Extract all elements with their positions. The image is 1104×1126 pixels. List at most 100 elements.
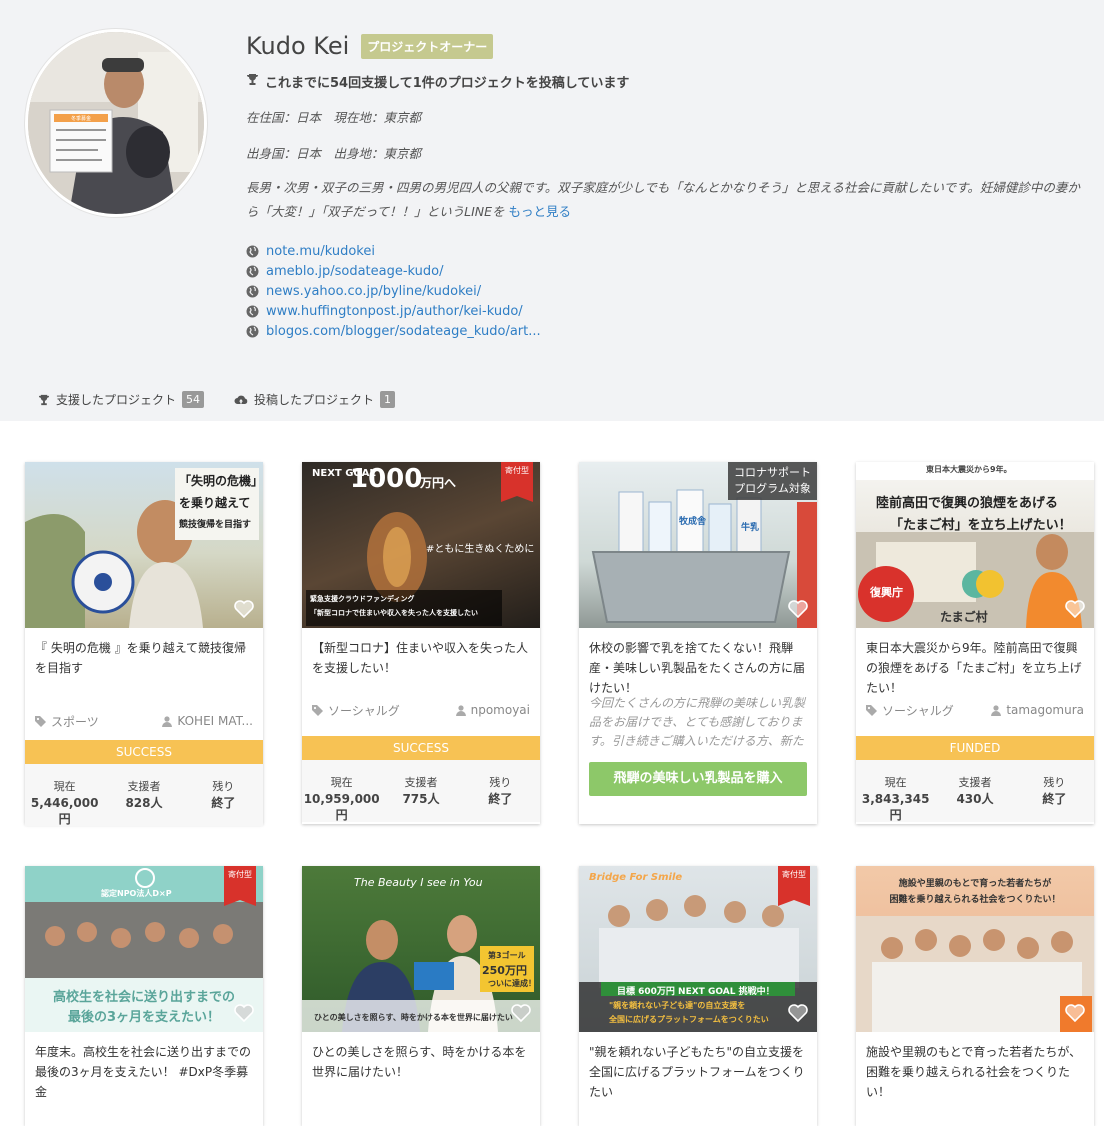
stat-value: 5,446,000円 (30, 796, 99, 826)
trophy-icon (246, 73, 259, 90)
project-title[interactable]: 施設や里親のもとで育った若者たちが、困難を乗り越えられる社会をつくりたい！ (856, 1032, 1094, 1106)
thumb-caption: 陸前高田で復興の狼煙をあげる (876, 496, 1059, 511)
project-thumbnail[interactable]: The Beauty I see in You ひとの美しさを照らす、時をかける… (302, 866, 540, 1032)
stat-label: 現在 (330, 776, 353, 789)
status-badge: SUCCESS (25, 740, 263, 764)
project-card[interactable]: 施設や里親のもとで育った若者たちが 困難を乗り越えられる社会をつくりたい！ 施設… (856, 866, 1094, 1126)
stat-label: 支援者 (958, 776, 992, 789)
category-tag[interactable]: ソーシャルグ (866, 702, 954, 719)
thumb-caption: 1000 (350, 464, 423, 494)
project-thumbnail[interactable]: 施設や里親のもとで育った若者たちが 困難を乗り越えられる社会をつくりたい！ (856, 866, 1094, 1032)
owner-badge: プロジェクトオーナー (361, 33, 494, 59)
profile-name: Kudo Kei (246, 32, 350, 60)
thumb-caption: 高校生を社会に送り出すまでの (52, 990, 235, 1005)
stat-label: 現在 (53, 780, 76, 793)
external-link[interactable]: www.huffingtonpost.jp/author/kei-kudo/ (246, 302, 1096, 322)
stat-label: 支援者 (127, 780, 161, 793)
project-thumbnail[interactable]: Bridge For Smile 目標 600万円 NEXT GOAL 挑戦中！… (579, 866, 817, 1032)
project-title[interactable]: 休校の影響で乳を捨てたくない！飛騨産・美味しい乳製品をたくさんの方に届けたい！ (579, 628, 817, 694)
category-tag[interactable]: スポーツ (35, 713, 99, 730)
thumb-caption: 牛乳 (741, 523, 760, 533)
heart-icon[interactable] (787, 598, 809, 620)
link-list: note.mu/kudokei ameblo.jp/sodateage-kudo… (246, 242, 1096, 342)
thumb-caption: を乗り越えて (179, 496, 251, 510)
project-title[interactable]: "親を頼れない子どもたち"の自立支援を全国に広げるプラットフォームをつくりたい (579, 1032, 817, 1106)
project-card[interactable]: NEXT GOAL 1000 万円へ #ともに生きぬくために 緊急支援クラウドフ… (302, 462, 540, 824)
project-title[interactable]: 東日本大震災から9年。陸前高田で復興の狼煙をあげる「たまご村」を立ち上げたい！ (856, 628, 1094, 702)
user-icon (162, 715, 173, 727)
project-card[interactable]: The Beauty I see in You ひとの美しさを照らす、時をかける… (302, 866, 540, 1126)
stat-label: 残り (489, 776, 512, 789)
thumb-caption: 「新型コロナで住まいや収入を失った人を支援したい (310, 609, 478, 617)
donation-ribbon: 寄付型 (224, 866, 256, 906)
thumb-caption: 緊急支援クラウドファンディング (310, 595, 415, 603)
thumb-caption: 250万円 (482, 964, 527, 977)
owner[interactable]: npomoyai (455, 703, 530, 717)
globe-icon (246, 265, 259, 278)
heart-icon[interactable] (510, 1002, 532, 1024)
support-summary: これまでに54回支援して1件のプロジェクトを投稿しています (265, 76, 630, 91)
thumb-caption: ひとの美しさを照らす、時をかける本を世界に届けたい (314, 1013, 513, 1022)
thumb-caption: 最後の3ヶ月を支えたい！ (67, 1010, 221, 1025)
stat-label: 支援者 (404, 776, 438, 789)
thumb-caption: Bridge For Smile (589, 872, 683, 883)
tag-icon (866, 704, 877, 716)
project-card[interactable]: 東日本大震災から9年。 陸前高田で復興の狼煙をあげる 「たまご村」を立ち上げたい… (856, 462, 1094, 824)
external-link[interactable]: news.yahoo.co.jp/byline/kudokei/ (246, 282, 1096, 302)
owner[interactable]: tamagomura (991, 703, 1084, 717)
avatar[interactable]: 冬季募金 (25, 29, 207, 217)
project-title[interactable]: 年度末。高校生を社会に送り出すまでの最後の3ヶ月を支えたい！ #DxP冬季募金 (25, 1032, 263, 1106)
project-title[interactable]: 『 失明の危機 』を乗り越えて競技復帰を目指す (25, 628, 263, 702)
thumb-caption: "親を頼れない子ども達"の自立支援を (609, 1001, 746, 1010)
more-link[interactable]: もっと見る (509, 204, 572, 219)
project-card[interactable]: Bridge For Smile 目標 600万円 NEXT GOAL 挑戦中！… (579, 866, 817, 1126)
tab-posted[interactable]: 投稿したプロジェクト 1 (234, 391, 396, 408)
stat-value: 430人 (956, 792, 994, 806)
bio-text: 長男・次男・双子の三男・四男の男児四人の父親です。双子家庭が少しでも「なんとかな… (246, 179, 1080, 219)
profile-tabs: 支援したプロジェクト 54 投稿したプロジェクト 1 (38, 391, 396, 408)
donation-ribbon: 寄付型 (501, 462, 533, 502)
birthplace: 出身国：日本 出身地：東京都 (246, 145, 422, 161)
buy-button[interactable]: 飛騨の美味しい乳製品を購入 (589, 762, 807, 796)
project-card[interactable]: 認定NPO法人D×P 高校生を社会に送り出すまでの 最後の3ヶ月を支えたい！ 寄… (25, 866, 263, 1126)
project-card[interactable]: 「失明の危機」 を乗り越えて 競技復帰を目指す 『 失明の危機 』を乗り越えて競… (25, 462, 263, 826)
external-link[interactable]: ameblo.jp/sodateage-kudo/ (246, 262, 1096, 282)
project-card[interactable]: 牧成舎 牛乳 コロナサポート プログラム対象 休校の影響で乳を捨てたくない！飛騨… (579, 462, 817, 824)
tab-supported[interactable]: 支援したプロジェクト 54 (38, 391, 205, 408)
project-title[interactable]: 【新型コロナ】住まいや収入を失った人を支援したい！ (302, 628, 540, 702)
thumb-caption: 第3ゴール (488, 951, 526, 960)
external-link[interactable]: blogos.com/blogger/sodateage_kudo/art... (246, 322, 1096, 342)
project-stats: 現在 10,959,000円 支援者 775人 残り 終了 (302, 760, 540, 822)
project-thumbnail[interactable]: 認定NPO法人D×P 高校生を社会に送り出すまでの 最後の3ヶ月を支えたい！ 寄… (25, 866, 263, 1032)
user-icon (455, 704, 466, 716)
project-stats: 現在 3,843,345円 支援者 430人 残り 終了 (856, 760, 1094, 822)
avatar-sign-text: 冬季募金 (71, 115, 91, 122)
stat-value: 終了 (1042, 792, 1067, 806)
stat-label: 残り (1043, 776, 1066, 789)
donation-ribbon: 寄付型 (778, 866, 810, 906)
globe-icon (246, 285, 259, 298)
owner[interactable]: KOHEI MAT... (162, 714, 253, 728)
thumb-caption: 「たまご村」を立ち上げたい！ (890, 518, 1072, 533)
thumb-caption: 施設や里親のもとで育った若者たちが (898, 879, 1052, 889)
corona-support-badge: コロナサポート プログラム対象 (728, 462, 817, 500)
external-link[interactable]: note.mu/kudokei (246, 242, 1096, 262)
heart-icon[interactable] (1064, 598, 1086, 620)
project-thumbnail[interactable]: 「失明の危機」 を乗り越えて 競技復帰を目指す (25, 462, 263, 628)
cloud-upload-icon (234, 395, 248, 404)
project-title[interactable]: ひとの美しさを照らす、時をかける本を世界に届けたい！ (302, 1032, 540, 1106)
heart-icon[interactable] (233, 1002, 255, 1024)
heart-icon[interactable] (233, 598, 255, 620)
thumb-caption: 万円へ (420, 476, 457, 490)
project-thumbnail[interactable]: NEXT GOAL 1000 万円へ #ともに生きぬくために 緊急支援クラウドフ… (302, 462, 540, 628)
stat-value: 775人 (402, 792, 440, 806)
trophy-icon (38, 394, 50, 405)
project-thumbnail[interactable]: 東日本大震災から9年。 陸前高田で復興の狼煙をあげる 「たまご村」を立ち上げたい… (856, 462, 1094, 628)
stat-label: 残り (212, 780, 235, 793)
stat-value: 10,959,000円 (303, 792, 380, 822)
heart-icon[interactable] (1064, 1002, 1086, 1024)
category-tag[interactable]: ソーシャルグ (312, 702, 400, 719)
tag-icon (35, 715, 46, 727)
project-thumbnail[interactable]: 牧成舎 牛乳 コロナサポート プログラム対象 (579, 462, 817, 628)
heart-icon[interactable] (787, 1002, 809, 1024)
